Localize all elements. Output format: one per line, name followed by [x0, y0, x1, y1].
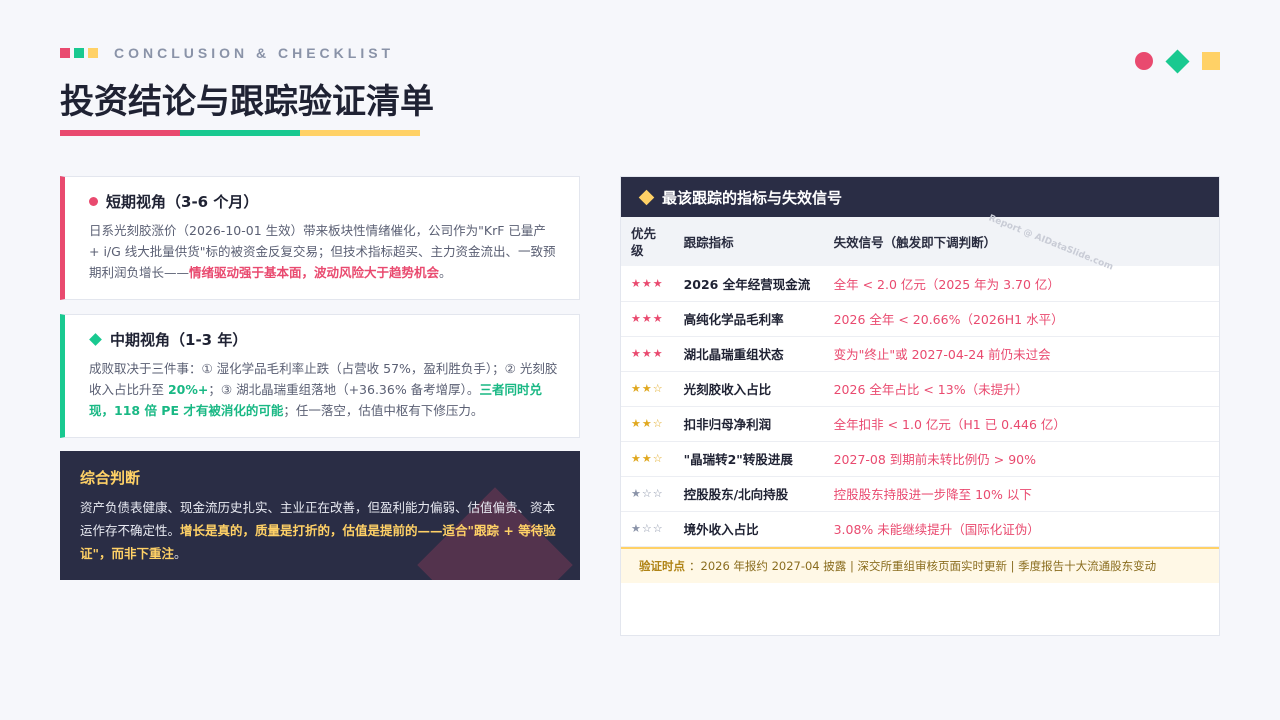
column-header-indicator: 跟踪指标	[683, 235, 734, 250]
priority-stars: ★★★	[621, 336, 674, 372]
signal-cell: 变为"终止"或 2027-04-24 前仍未过会	[823, 336, 1219, 372]
table-row: ★☆☆ 控股股东/北向持股 控股股东持股进一步降至 10% 以下	[621, 476, 1219, 512]
priority-stars: ★★☆	[621, 371, 674, 407]
pink-dot-icon	[89, 197, 98, 206]
diamond-icon	[1165, 48, 1190, 74]
priority-stars: ★★★	[621, 266, 674, 302]
eyebrow: CONCLUSION & CHECKLIST	[60, 45, 394, 61]
judgement-body: 资产负债表健康、现金流历史扎实、主业正在改善，但盈利能力偏弱、估值偏贵、资本运作…	[80, 496, 560, 565]
table-row: ★★☆ 扣非归母净利润 全年扣非 < 1.0 亿元（H1 已 0.446 亿）	[621, 406, 1219, 442]
priority-stars: ★☆☆	[621, 476, 674, 512]
mid-term-highlight-1: 20%+	[167, 382, 209, 397]
mid-term-heading-text: 中期视角（1-3 年）	[110, 331, 248, 349]
indicator-cell: "晶瑞转2"转股进展	[673, 441, 824, 477]
table-row: ★★★ 湖北晶瑞重组状态 变为"终止"或 2027-04-24 前仍未过会	[621, 336, 1219, 372]
mid-term-body: 成败取决于三件事：① 湿化学品毛利率止跌（占营收 57%，盈利胜负手）；② 光刻…	[89, 358, 559, 421]
green-diamond-icon	[89, 333, 102, 346]
priority-stars: ★☆☆	[621, 511, 674, 547]
indicator-cell: 境外收入占比	[673, 511, 824, 547]
title-underline	[60, 130, 420, 136]
indicator-cell: 扣非归母净利润	[673, 406, 824, 442]
corner-decoration	[1135, 48, 1220, 74]
indicator-cell: 高纯化学品毛利率	[673, 301, 824, 337]
square-icon	[1202, 52, 1220, 70]
short-term-highlight: 情绪驱动强于基本面，波动风险大于趋势机会	[189, 265, 440, 280]
mid-term-card: 中期视角（1-3 年） 成败取决于三件事：① 湿化学品毛利率止跌（占营收 57%…	[60, 314, 580, 438]
column-header-priority: 优先级	[631, 225, 657, 258]
signal-cell: 2027-08 到期前未转比例仍 > 90%	[823, 441, 1219, 477]
indicator-cell: 控股股东/北向持股	[673, 476, 824, 512]
column-header-signal: 失效信号（触发即下调判断）	[833, 235, 997, 250]
table-row: ★☆☆ 境外收入占比 3.08% 未能继续提升（国际化证伪）	[621, 511, 1219, 547]
judgement-title: 综合判断	[80, 469, 141, 487]
priority-stars: ★★☆	[621, 441, 674, 477]
table-row: ★★☆ "晶瑞转2"转股进展 2027-08 到期前未转比例仍 > 90%	[621, 441, 1219, 477]
short-term-heading: 短期视角（3-6 个月）	[89, 191, 559, 212]
tracking-title: 最该跟踪的指标与失效信号	[662, 188, 843, 207]
mid-term-text-2: ；③ 湖北晶瑞重组落地（+36.36% 备考增厚）。	[208, 382, 480, 397]
signal-cell: 2026 全年 < 20.66%（2026H1 水平）	[823, 301, 1219, 337]
eyebrow-text: CONCLUSION & CHECKLIST	[114, 45, 395, 61]
indicator-cell: 湖北晶瑞重组状态	[673, 336, 824, 372]
signal-cell: 2026 全年占比 < 13%（未提升）	[823, 371, 1219, 407]
short-term-end: 。	[439, 265, 452, 280]
tracking-panel-header: 最该跟踪的指标与失效信号	[621, 177, 1219, 217]
verify-label: 验证时点	[639, 558, 685, 573]
page-title: 投资结论与跟踪验证清单	[60, 82, 434, 122]
priority-stars: ★★★	[621, 301, 674, 337]
mid-term-heading: 中期视角（1-3 年）	[89, 329, 559, 350]
verify-bar: 验证时点 ：2026 年报约 2027-04 披露 | 深交所重组审核页面实时更…	[621, 546, 1219, 583]
signal-cell: 3.08% 未能继续提升（国际化证伪）	[823, 511, 1219, 547]
circle-icon	[1135, 52, 1153, 70]
yellow-square-icon	[88, 48, 98, 58]
indicator-cell: 光刻胶收入占比	[673, 371, 824, 407]
signal-cell: 全年 < 2.0 亿元（2025 年为 3.70 亿）	[823, 266, 1219, 302]
yellow-diamond-icon	[638, 189, 655, 205]
table-header-row: 优先级 跟踪指标 失效信号（触发即下调判断）	[621, 217, 1219, 266]
short-term-body: 日系光刻胶涨价（2026-10-01 生效）带来板块性情绪催化，公司作为"KrF…	[89, 220, 559, 283]
priority-stars: ★★☆	[621, 406, 674, 442]
table-row: ★★★ 高纯化学品毛利率 2026 全年 < 20.66%（2026H1 水平）	[621, 301, 1219, 337]
short-term-card: 短期视角（3-6 个月） 日系光刻胶涨价（2026-10-01 生效）带来板块性…	[60, 176, 580, 300]
indicator-cell: 2026 全年经营现金流	[673, 266, 824, 302]
mid-term-text-3: ；任一落空，估值中枢有下修压力。	[283, 403, 484, 418]
signal-cell: 控股股东持股进一步降至 10% 以下	[823, 476, 1219, 512]
table-row: ★★☆ 光刻胶收入占比 2026 全年占比 < 13%（未提升）	[621, 371, 1219, 407]
green-square-icon	[74, 48, 84, 58]
judgement-end: 。	[174, 546, 187, 561]
table-row: ★★★ 2026 全年经营现金流 全年 < 2.0 亿元（2025 年为 3.70 …	[621, 266, 1219, 302]
judgement-card: 综合判断 资产负债表健康、现金流历史扎实、主业正在改善，但盈利能力偏弱、估值偏贵…	[60, 451, 580, 580]
tracking-panel: 最该跟踪的指标与失效信号 优先级 跟踪指标 失效信号（触发即下调判断） ★★★ 2…	[620, 176, 1220, 636]
tracking-table: 优先级 跟踪指标 失效信号（触发即下调判断） ★★★ 2026 全年经营现金流 全年…	[621, 217, 1219, 547]
pink-square-icon	[60, 48, 70, 58]
signal-cell: 全年扣非 < 1.0 亿元（H1 已 0.446 亿）	[823, 406, 1219, 442]
verify-text: ：2026 年报约 2027-04 披露 | 深交所重组审核页面实时更新 | 季…	[689, 558, 1157, 573]
short-term-heading-text: 短期视角（3-6 个月）	[106, 193, 259, 211]
